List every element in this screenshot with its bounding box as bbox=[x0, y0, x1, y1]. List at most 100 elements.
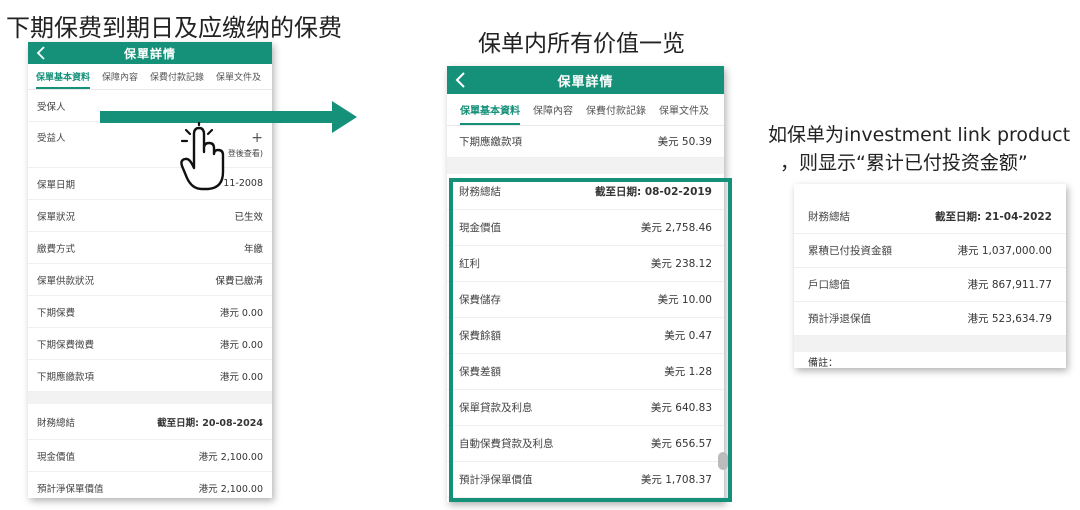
phone-screen-financial-summary: 保單詳情 保單基本資料 保障內容 保費付款記錄 保單文件及 下期應繳款項 美元 … bbox=[447, 66, 724, 502]
row-label: 下期保費 bbox=[37, 307, 76, 319]
tab-basic-info[interactable]: 保單基本資料 bbox=[460, 102, 520, 125]
caption-investment-link-1: 如保单为investment link product bbox=[768, 124, 1071, 146]
panel-top-gap bbox=[794, 184, 1066, 200]
tab-basic-info[interactable]: 保單基本資料 bbox=[36, 70, 91, 89]
app-header: 保單詳情 bbox=[447, 66, 724, 94]
row-label: 保費儲存 bbox=[459, 294, 501, 306]
row-label: 預計淨保單價值 bbox=[37, 483, 104, 495]
row-value: 美元 10.00 bbox=[657, 294, 712, 306]
row-cash-value: 現金價值 港元 2,100.00 bbox=[28, 440, 272, 472]
row-net-policy-value: 預計淨保單價值 港元 2,100.00 bbox=[28, 472, 272, 498]
row-cash-value: 現金價值 美元 2,758.46 bbox=[447, 210, 724, 246]
tab-payment-records[interactable]: 保費付款記錄 bbox=[150, 70, 204, 89]
row-value: 美元 640.83 bbox=[650, 402, 712, 414]
section-divider bbox=[28, 392, 272, 404]
row-label: 受保人 bbox=[37, 101, 66, 113]
row-value: 美元 1,708.37 bbox=[640, 474, 712, 486]
tab-coverage[interactable]: 保障內容 bbox=[533, 102, 573, 125]
row-label: 保單日期 bbox=[37, 179, 76, 191]
row-value: 港元 1,037,000.00 bbox=[957, 245, 1052, 257]
row-account-value: 戶口總值 港元 867,911.77 bbox=[794, 268, 1066, 302]
row-label: 保單貸款及利息 bbox=[459, 402, 533, 414]
scrollbar-thumb[interactable] bbox=[718, 452, 728, 470]
row-value: 美元 656.57 bbox=[650, 438, 712, 450]
row-label: 現金價值 bbox=[459, 222, 501, 234]
row-value: 保費已繳清 bbox=[215, 275, 263, 287]
row-label: 戶口總值 bbox=[808, 279, 850, 291]
back-chevron-icon[interactable] bbox=[36, 42, 46, 64]
summary-date: 截至日期: 20-08-2024 bbox=[157, 417, 263, 429]
tab-coverage[interactable]: 保障內容 bbox=[102, 70, 138, 89]
section-divider bbox=[794, 336, 1066, 352]
row-label: 下期應繳款項 bbox=[37, 371, 95, 383]
row-label: 財務總結 bbox=[37, 417, 76, 429]
row-label: 受益人 bbox=[37, 133, 66, 144]
row-value: 港元 523,634.79 bbox=[967, 313, 1052, 325]
row-policy-date: 保單日期 11-2008 bbox=[28, 168, 272, 200]
row-label: 保單供款狀況 bbox=[37, 275, 95, 287]
row-label: 財務總結 bbox=[459, 186, 501, 198]
financial-summary-header: 財務總結 截至日期: 08-02-2019 bbox=[447, 174, 724, 210]
tab-documents[interactable]: 保單文件及 bbox=[659, 102, 709, 125]
row-policy-status: 保單狀況 已生效 bbox=[28, 200, 272, 232]
back-chevron-icon[interactable] bbox=[455, 66, 466, 94]
tab-documents[interactable]: 保單文件及 bbox=[216, 70, 261, 89]
row-value: 美元 238.12 bbox=[650, 258, 712, 270]
row-premium-balance: 保費餘額 美元 0.47 bbox=[447, 318, 724, 354]
beneficiary-note: 登後查看) bbox=[227, 149, 263, 158]
row-value: 港元 2,100.00 bbox=[198, 451, 263, 463]
row-value: 美元 2,758.46 bbox=[640, 222, 712, 234]
caption-policy-values: 保单内所有价值一览 bbox=[478, 31, 685, 57]
row-value: 港元 0.00 bbox=[219, 371, 263, 383]
row-label: 保費餘額 bbox=[459, 330, 501, 342]
app-header: 保單詳情 bbox=[28, 42, 272, 64]
row-policy-loan: 保單貸款及利息 美元 640.83 bbox=[447, 390, 724, 426]
row-label: 現金價值 bbox=[37, 451, 76, 463]
row-label: 保單狀況 bbox=[37, 211, 76, 223]
row-value: 港元 0.00 bbox=[219, 339, 263, 351]
page-title: 保單詳情 bbox=[123, 46, 176, 61]
page-title: 保單詳情 bbox=[557, 74, 614, 90]
row-value: 年繳 bbox=[243, 243, 263, 255]
tab-bar: 保單基本資料 保障內容 保費付款記錄 保單文件及 bbox=[28, 64, 272, 90]
caption-next-premium: 下期保费到期日及应缴纳的保费 bbox=[6, 14, 342, 42]
tap-hand-icon bbox=[180, 122, 225, 191]
investment-link-summary-panel: 財務總結 截至日期: 21-04-2022 累積已付投資金額 港元 1,037,… bbox=[794, 184, 1066, 368]
row-value: 港元 2,100.00 bbox=[198, 483, 263, 495]
row-value: 美元 50.39 bbox=[657, 136, 712, 148]
row-label: 預計淨保單價值 bbox=[459, 474, 533, 486]
row-label: 繳費方式 bbox=[37, 243, 76, 255]
tab-bar: 保單基本資料 保障內容 保費付款記錄 保單文件及 bbox=[447, 94, 724, 126]
financial-summary-header: 財務總結 截至日期: 20-08-2024 bbox=[28, 404, 272, 440]
row-label: 下期保費徵費 bbox=[37, 339, 95, 351]
section-divider bbox=[447, 158, 724, 174]
caption-investment-link-2: ，则显示“累计已付投资金额” bbox=[780, 152, 1028, 174]
row-label: 預計淨退保值 bbox=[808, 313, 871, 325]
row-premium-difference: 保費差額 美元 1.28 bbox=[447, 354, 724, 390]
row-next-premium-levy: 下期保費徵費 港元 0.00 bbox=[28, 328, 272, 360]
row-payment-mode: 繳費方式 年繳 bbox=[28, 232, 272, 264]
row-value: 美元 0.47 bbox=[664, 330, 712, 342]
row-value: 美元 1.28 bbox=[664, 366, 712, 378]
tab-payment-records[interactable]: 保費付款記錄 bbox=[586, 102, 646, 125]
row-premium-deposit: 保費儲存 美元 10.00 bbox=[447, 282, 724, 318]
row-label: 自動保費貸款及利息 bbox=[459, 438, 554, 450]
row-label: 保費差額 bbox=[459, 366, 501, 378]
row-next-premium: 下期保費 港元 0.00 bbox=[28, 296, 272, 328]
row-label: 下期應繳款項 bbox=[459, 136, 522, 148]
remarks-label: 備註： bbox=[808, 358, 838, 368]
summary-date: 截至日期: 08-02-2019 bbox=[594, 186, 712, 198]
row-value: 港元 0.00 bbox=[219, 307, 263, 319]
financial-summary-header: 財務總結 截至日期: 21-04-2022 bbox=[794, 200, 1066, 234]
row-accumulated-investment: 累積已付投資金額 港元 1,037,000.00 bbox=[794, 234, 1066, 268]
row-auto-premium-loan: 自動保費貸款及利息 美元 656.57 bbox=[447, 426, 724, 462]
row-next-amount-due: 下期應繳款項 港元 0.00 bbox=[28, 360, 272, 392]
row-net-surrender-value: 預計淨退保值 港元 523,634.79 bbox=[794, 302, 1066, 336]
row-label: 財務總結 bbox=[808, 211, 850, 223]
row-value: 港元 867,911.77 bbox=[967, 279, 1052, 291]
row-value: 已生效 bbox=[234, 211, 263, 223]
row-bonus: 紅利 美元 238.12 bbox=[447, 246, 724, 282]
row-next-amount-due: 下期應繳款項 美元 50.39 bbox=[447, 126, 724, 158]
row-label: 紅利 bbox=[459, 258, 480, 270]
row-label: 累積已付投資金額 bbox=[808, 245, 892, 257]
